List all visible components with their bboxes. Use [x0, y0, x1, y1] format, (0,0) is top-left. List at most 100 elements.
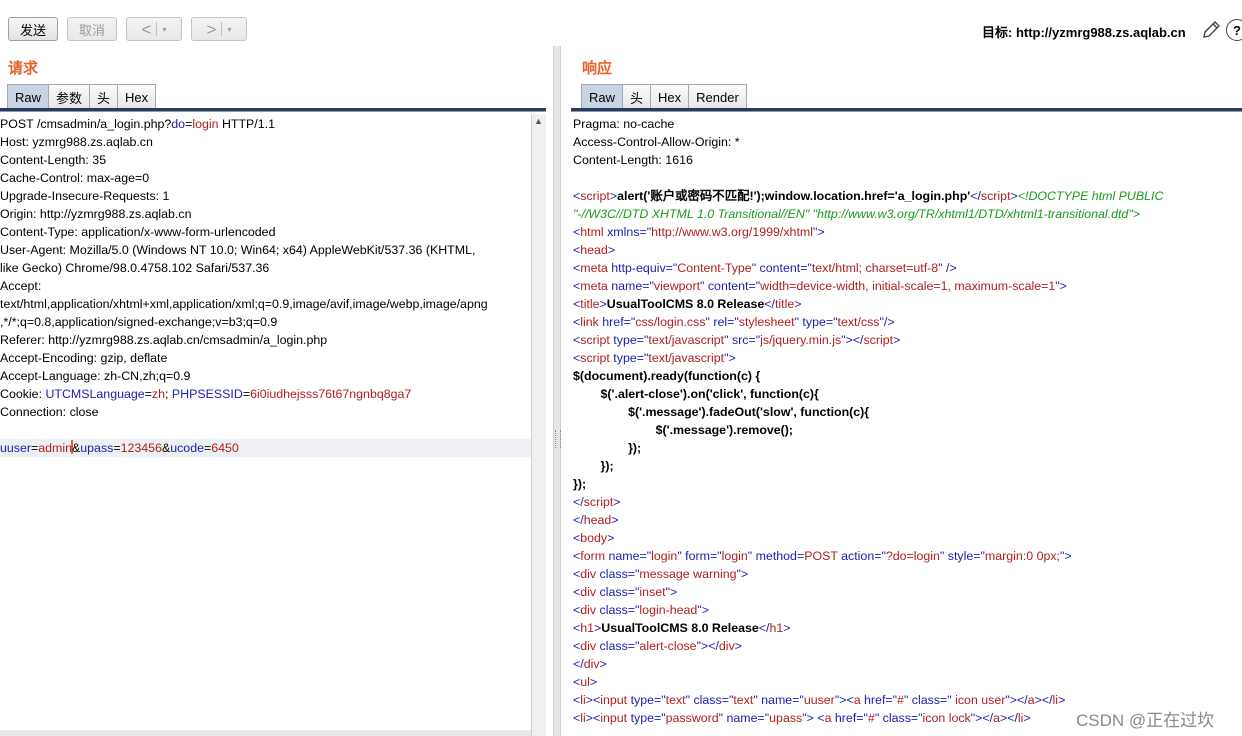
code-token: http://www.w3.org/1999/xhtml [651, 225, 813, 239]
code-token: name [607, 279, 643, 293]
code-token: $(document).ready(function(c) { [573, 369, 761, 383]
code-line: }); [573, 439, 1242, 457]
code-token: do [171, 117, 186, 131]
code-token: =" [973, 549, 985, 563]
code-token: =" [721, 693, 734, 707]
code-token: Referer: http://yzmrg988.zs.aqlab.cn/cms… [0, 333, 328, 347]
code-line: <div class="login-head"> [573, 601, 1242, 619]
code-token: $('.message').fadeOut('slow', function(c… [573, 405, 870, 419]
code-token: 6450 [211, 441, 239, 455]
code-token: a [1027, 693, 1035, 707]
code-line: <div class="message warning"> [573, 565, 1242, 583]
code-token: > [783, 621, 791, 635]
code-token: ">< [834, 693, 854, 707]
code-token: Connection: close [0, 405, 99, 419]
code-token: like Gecko) Chrome/98.0.4758.102 Safari/… [0, 261, 270, 275]
code-line: POST /cmsadmin/a_login.php?do=login HTTP… [0, 115, 531, 133]
code-token: div [580, 567, 597, 581]
request-tab-1[interactable]: 参数 [48, 84, 91, 109]
response-tab-2[interactable]: Hex [650, 84, 690, 109]
code-token: stylesheet [738, 315, 795, 329]
code-token: h1 [769, 621, 784, 635]
pencil-icon[interactable] [1200, 19, 1222, 41]
code-token: =" [627, 567, 640, 581]
code-token: login-head [639, 603, 698, 617]
code-token: css/login.css [635, 315, 706, 329]
code-token: > [1023, 711, 1031, 725]
code-token: " type [794, 315, 826, 329]
response-editor[interactable]: Pragma: no-cache Access-Control-Allow-Ori… [573, 115, 1242, 736]
response-tab-3[interactable]: Render [688, 84, 747, 109]
code-line: <head> [573, 241, 1242, 259]
code-token: =" [910, 711, 923, 725]
cancel-button[interactable]: 取消 [67, 17, 117, 41]
response-tab-1[interactable]: 头 [622, 84, 652, 109]
code-token: input [600, 693, 628, 707]
code-token: " content [700, 279, 749, 293]
code-token: "></ [841, 333, 864, 347]
code-token: <!DOCTYPE html PUBLIC [1017, 189, 1164, 203]
code-token: text [733, 693, 754, 707]
code-token: div [580, 585, 597, 599]
help-icon[interactable]: ? [1226, 19, 1242, 41]
code-token: # [897, 693, 904, 707]
code-line: }); [573, 475, 1242, 493]
code-token: "></ [1005, 693, 1028, 707]
code-token: > [607, 243, 616, 257]
code-line: <meta http-equiv="Content-Type" content=… [573, 259, 1242, 277]
code-token: User-Agent: Mozilla/5.0 (Windows NT 10.0… [0, 243, 476, 257]
watermark: CSDN @正在过坎 [1076, 711, 1215, 730]
code-token: $('.message').remove(); [573, 423, 794, 437]
code-token: password [665, 711, 719, 725]
code-token: " src [724, 333, 749, 347]
request-tabs: Raw 参数头 Hex [7, 84, 157, 109]
drag-handle-icon[interactable] [555, 430, 561, 448]
forward-button[interactable]: > ▾ [191, 17, 247, 41]
code-line: Cache-Control: max-age=0 [0, 169, 531, 187]
code-token: = [144, 387, 152, 401]
code-token: " method [747, 549, 797, 563]
back-button[interactable]: < ▾ [126, 17, 182, 41]
code-token: uuser [803, 693, 835, 707]
code-line: Access-Control-Allow-Origin: * [573, 133, 1242, 151]
code-line: Pragma: no-cache [573, 115, 1242, 133]
code-token: script [580, 189, 610, 203]
code-token: ul [580, 675, 590, 689]
request-tab-3[interactable]: Hex [117, 84, 157, 109]
code-token: admin [38, 441, 72, 455]
code-token: body [580, 531, 608, 545]
scroll-up-icon[interactable]: ▲ [534, 116, 543, 126]
pane-divider[interactable] [553, 46, 561, 736]
code-token: & [161, 441, 171, 455]
code-token: =" [627, 639, 640, 653]
code-token: ; [165, 387, 172, 401]
code-line: Origin: http://yzmrg988.zs.aqlab.cn [0, 205, 531, 223]
request-editor[interactable]: POST /cmsadmin/a_login.php?do = login HTTP… [0, 115, 531, 736]
code-token: =" [874, 549, 886, 563]
code-line: }); [573, 457, 1242, 475]
code-token: =" [665, 261, 678, 275]
code-token: zh [151, 387, 165, 401]
code-line: like Gecko) Chrome/98.0.4758.102 Safari/… [0, 259, 531, 277]
code-line: ​ [573, 169, 1242, 187]
send-button[interactable]: 发送 [8, 17, 58, 41]
code-token: Accept-Encoding: gzip, deflate [0, 351, 168, 365]
response-tab-0[interactable]: Raw [581, 84, 624, 109]
code-token: =" [627, 603, 640, 617]
request-scrollbar[interactable]: ▲ [531, 114, 546, 736]
code-token: =" [709, 549, 722, 563]
code-token: "> [1055, 279, 1067, 293]
code-token: "> [665, 585, 678, 599]
code-token: =" [642, 279, 654, 293]
code-token: ucode [170, 441, 204, 455]
code-token: class [596, 603, 628, 617]
code-token: =" [792, 693, 804, 707]
code-token: "></ [970, 711, 994, 725]
code-line: Content-Type: application/x-www-form-url… [0, 223, 531, 241]
code-line: Accept-Encoding: gzip, deflate [0, 349, 531, 367]
request-tab-2[interactable]: 头 [89, 84, 119, 109]
code-token: type [609, 351, 637, 365]
code-line: $('.alert-close').on('click', function(c… [573, 385, 1242, 403]
code-line: ​ [0, 421, 531, 439]
request-tab-0[interactable]: Raw [7, 84, 50, 109]
